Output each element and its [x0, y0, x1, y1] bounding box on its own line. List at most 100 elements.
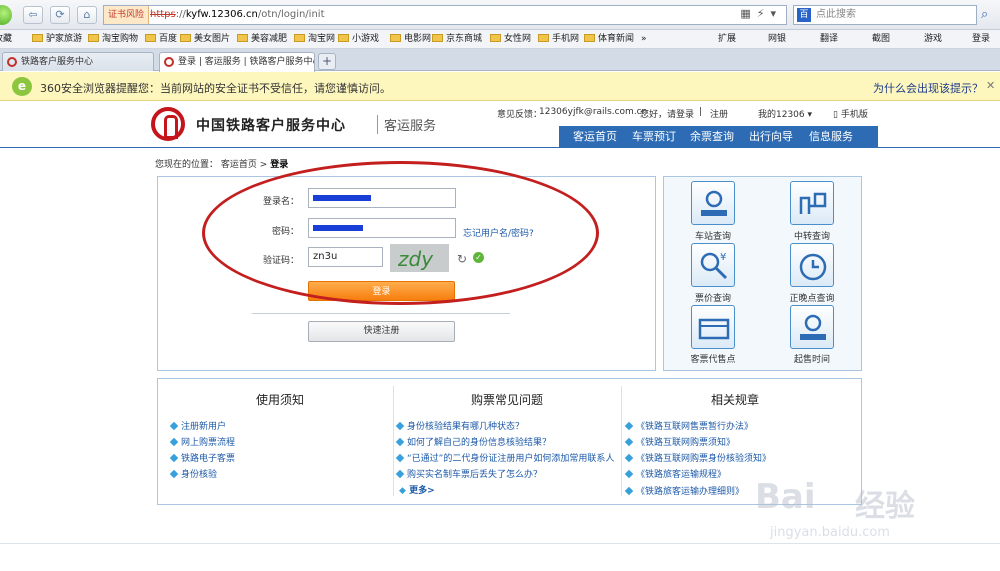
url-tool-icons[interactable]: ▦⚡▾ [740, 7, 782, 20]
forgot-link[interactable]: 忘记用户名/密码? [463, 226, 534, 239]
rules-item[interactable]: 《铁路互联网售票暂行办法》 [626, 419, 753, 432]
transfer-query-button[interactable] [790, 181, 834, 225]
search-input[interactable]: 百 点此搜索 [793, 5, 977, 25]
username-label: 登录名： [262, 197, 299, 207]
rules-item[interactable]: 《铁路互联网购票须知》 [626, 435, 735, 448]
new-tab-button[interactable]: + [318, 53, 336, 70]
notice-item[interactable]: 网上购票流程 [171, 435, 235, 448]
screenshot-button[interactable]: 截图 [872, 33, 890, 46]
nav-guide[interactable]: 出行向导 [749, 126, 793, 148]
notice-title: 使用须知 [256, 393, 305, 407]
nav-divider [0, 147, 1000, 148]
baidu-jingyan-watermark: Bai 经验 jingyan.baidu.com [755, 477, 915, 540]
faq-item[interactable]: 购买实名制车票后丢失了怎么办？ [397, 467, 542, 480]
feedback-email[interactable]: 12306yjfk@rails.com.cn [539, 107, 647, 117]
breadcrumb: 您现在的位置： 客运首页 > 登录 [155, 160, 289, 170]
service-label[interactable]: 正晚点查询 [777, 291, 847, 304]
rules-item[interactable]: 《铁路旅客运输规程》 [626, 467, 726, 480]
rules-item[interactable]: 《铁路互联网购票身份核验须知》 [626, 451, 771, 464]
station-query-button[interactable] [691, 181, 735, 225]
refresh-captcha-icon[interactable]: ↻ [457, 252, 467, 266]
home-icon: ⌂ [83, 8, 91, 21]
mobile-link[interactable]: ▯ 手机版 [833, 107, 868, 120]
separator: | [699, 107, 703, 117]
captcha-input[interactable]: zn3u [308, 247, 383, 267]
column-divider [621, 386, 622, 496]
browser-login-button[interactable]: 登录 [972, 33, 990, 46]
cert-warning-badge[interactable]: 证书风险 [104, 6, 150, 24]
bookmark-item[interactable]: 手机网 [538, 33, 579, 46]
bookmark-item[interactable]: 电影网 [390, 33, 431, 46]
register-link[interactable]: 注册 [710, 107, 728, 120]
folder-icon [390, 34, 401, 42]
notice-item[interactable]: 铁路电子客票 [171, 451, 235, 464]
bookmark-item[interactable]: 收藏 [0, 33, 12, 46]
login-link[interactable]: 登录 [676, 107, 694, 120]
faq-item[interactable]: 身份核验结果有哪几种状态？ [397, 419, 524, 432]
service-label[interactable]: 起售时间 [777, 352, 847, 365]
ext-button[interactable]: 扩展 [718, 33, 736, 46]
login-button[interactable]: 登录 [308, 281, 455, 301]
bookmark-item[interactable]: 女性网 [490, 33, 531, 46]
bookmark-item[interactable]: 淘宝购物 [88, 33, 138, 46]
my12306-menu[interactable]: 我的12306 ▾ [758, 107, 812, 120]
refresh-button[interactable]: ⟳ [50, 6, 70, 24]
games-button[interactable]: 游戏 [924, 33, 942, 46]
password-input[interactable] [308, 218, 456, 238]
service-label[interactable]: 票价查询 [678, 291, 748, 304]
price-query-button[interactable]: ¥ [691, 243, 735, 287]
search-engine-icon[interactable]: 百 [797, 8, 811, 22]
username-input[interactable] [308, 188, 456, 208]
service-label[interactable]: 中转查询 [777, 229, 847, 242]
arrow-icon: ◆ [399, 486, 406, 496]
bookmark-item[interactable]: 美容减肥 [237, 33, 287, 46]
bookmark-item[interactable]: 京东商城 [432, 33, 482, 46]
url-input[interactable]: 证书风险 https://kyfw.12306.cn/otn/login/ini… [103, 5, 787, 25]
home-button[interactable]: ⌂ [77, 6, 97, 24]
bookmark-item[interactable]: 小游戏 [338, 33, 379, 46]
bookmark-item[interactable]: 百度 [145, 33, 177, 46]
sale-time-button[interactable] [790, 305, 834, 349]
close-icon[interactable]: ✕ [986, 79, 995, 92]
url-text: https://kyfw.12306.cn/otn/login/init [150, 9, 325, 20]
360-browser-logo-icon[interactable] [0, 5, 12, 25]
railway-logo-icon[interactable] [151, 107, 185, 141]
ticket-agency-button[interactable] [691, 305, 735, 349]
bookmark-item[interactable]: 淘宝网 [294, 33, 335, 46]
back-button[interactable]: ⇦ [23, 6, 43, 24]
search-icon[interactable]: ⌕ [981, 5, 997, 25]
breadcrumb-home[interactable]: 客运首页 [221, 160, 257, 170]
faq-item[interactable]: 如何了解自己的身份信息核验结果？ [397, 435, 551, 448]
back-arrow-icon: ⇦ [28, 8, 38, 21]
faq-item[interactable]: “已通过”的二代身份证注册用户如何添加常用联系人 [397, 451, 614, 464]
nav-info[interactable]: 信息服务 [809, 126, 853, 148]
faq-more-link[interactable]: ◆ 更多> [399, 483, 435, 496]
why-link[interactable]: 为什么会出现该提示？ [873, 80, 983, 96]
ebank-button[interactable]: 网银 [768, 33, 786, 46]
bookmarks-more[interactable]: » [641, 33, 647, 46]
bookmark-item[interactable]: 体育新闻 [584, 33, 634, 46]
captcha-image[interactable]: zdy [390, 244, 449, 272]
folder-icon [490, 34, 501, 42]
site-name[interactable]: 中国铁路客户服务中心 [196, 115, 346, 135]
tab-login[interactable]: 登录 | 客运服务 | 铁路客户服务中心 [159, 52, 315, 72]
notice-item[interactable]: 注册新用户 [171, 419, 226, 432]
bookmark-item[interactable]: 驴家旅游 [32, 33, 82, 46]
security-infobar: e 360安全浏览器提醒您：当前网站的安全证书不受信任，请您谨慎访问。 为什么会… [0, 72, 1000, 101]
nav-home[interactable]: 客运首页 [573, 126, 617, 148]
rules-item[interactable]: 《铁路旅客运输办理细则》 [626, 484, 744, 497]
nav-remaining[interactable]: 余票查询 [690, 126, 734, 148]
service-label[interactable]: 车站查询 [678, 229, 748, 242]
bookmark-item[interactable]: 美女图片 [180, 33, 230, 46]
main-nav: 客运首页 车票预订 余票查询 出行向导 信息服务 [559, 126, 878, 148]
service-label[interactable]: 客票代售点 [678, 352, 748, 365]
tab-railway-home[interactable]: 铁路客户服务中心 [2, 52, 154, 71]
notice-item[interactable]: 身份核验 [171, 467, 217, 480]
delay-query-button[interactable] [790, 243, 834, 287]
folder-icon [237, 34, 248, 42]
quick-register-button[interactable]: 快速注册 [308, 321, 455, 342]
password-label: 密码： [271, 227, 299, 237]
translate-button[interactable]: 翻译 [820, 33, 838, 46]
nav-booking[interactable]: 车票预订 [632, 126, 676, 148]
folder-icon [584, 34, 595, 42]
